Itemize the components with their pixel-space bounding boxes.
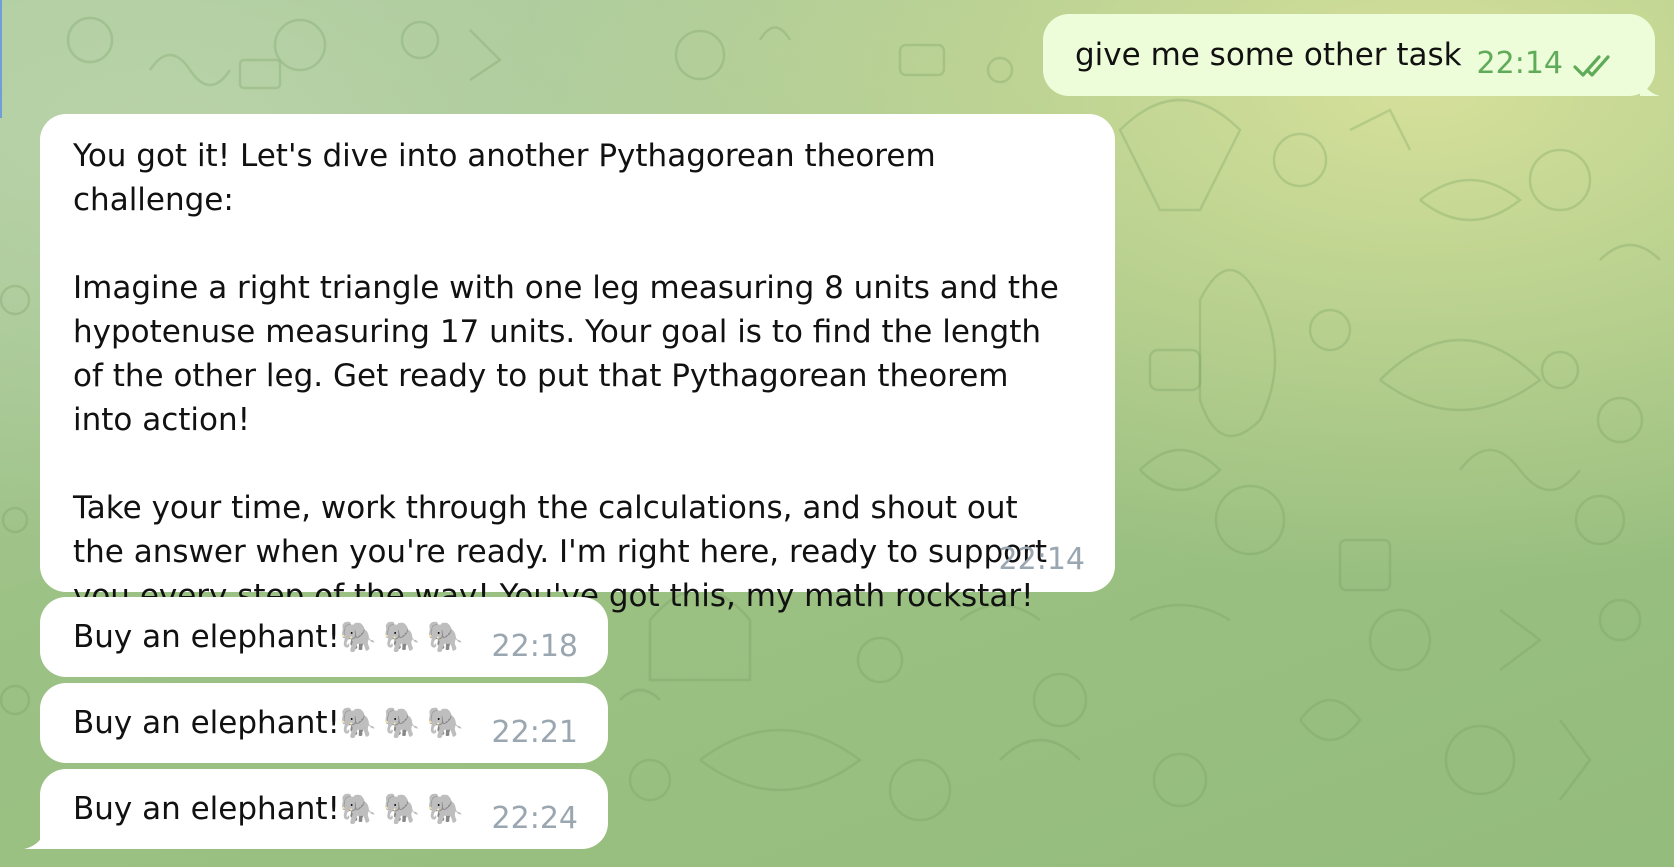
message-time: 22:18	[491, 629, 578, 664]
incoming-message[interactable]: Buy an elephant!🐘🐘🐘 22:18	[40, 597, 608, 677]
incoming-bubble-tail	[24, 827, 46, 849]
message-text: give me some other task	[1075, 37, 1462, 73]
outgoing-bubble-tail	[1640, 74, 1660, 96]
elephant-emoji: 🐘🐘🐘	[339, 620, 470, 655]
elephant-emoji: 🐘🐘🐘	[339, 792, 470, 827]
left-edge-indicator	[0, 0, 2, 118]
message-time: 22:14	[1476, 46, 1563, 81]
message-time: 22:24	[491, 801, 578, 836]
message-text: Buy an elephant!	[73, 705, 340, 741]
incoming-message[interactable]: You got it! Let's dive into another Pyth…	[40, 114, 1115, 614]
incoming-message[interactable]: Buy an elephant!🐘🐘🐘 22:24	[40, 769, 608, 849]
outgoing-message[interactable]: give me some other task 22:14	[1043, 14, 1655, 96]
elephant-emoji: 🐘🐘🐘	[339, 706, 470, 741]
message-text: You got it! Let's dive into another Pyth…	[73, 138, 1059, 614]
message-text: Buy an elephant!	[73, 619, 340, 655]
double-check-icon	[1573, 55, 1610, 77]
message-time: 22:14	[998, 542, 1085, 577]
message-time: 22:21	[491, 715, 578, 750]
message-text: Buy an elephant!	[73, 791, 340, 827]
incoming-message[interactable]: Buy an elephant!🐘🐘🐘 22:21	[40, 683, 608, 763]
